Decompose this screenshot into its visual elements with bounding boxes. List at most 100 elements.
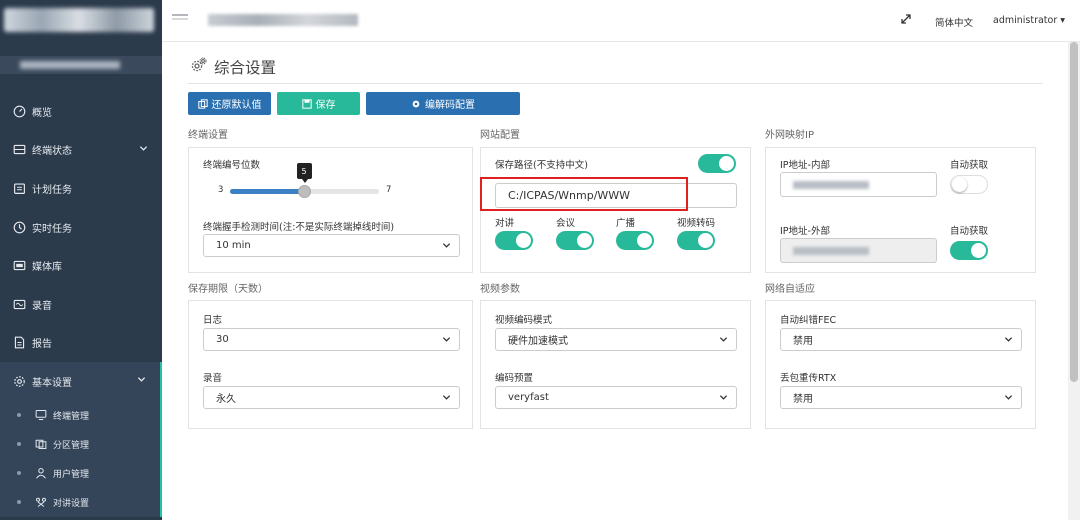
sidebar-subitem-user-management[interactable]: 用户管理 [0, 459, 160, 488]
save-path-label: 保存路径(不支持中文) [495, 160, 588, 171]
page-title-text: 综合设置 [214, 59, 277, 77]
terminal-settings-panel: 终端编号位数 3 5 7 终端握手检测时间(注:不是实际终端掉线时间) 10 m… [188, 147, 473, 273]
encode-preset-select[interactable]: veryfast [495, 386, 737, 409]
chevron-down-icon [139, 144, 148, 156]
terminal-digits-slider-handle[interactable] [297, 185, 311, 198]
cog-icon [411, 99, 421, 109]
chevron-down-icon [719, 335, 728, 347]
menu-toggle-icon[interactable] [172, 13, 188, 28]
external-ip-panel: IP地址-内部 自动获取 IP地址-外部 自动获取 [765, 147, 1036, 273]
chevron-down-icon [137, 375, 146, 387]
heartbeat-value: 10 min [216, 240, 251, 251]
chevron-down-icon [719, 393, 728, 405]
slider-max-label: 7 [386, 185, 392, 195]
language-selector[interactable]: 简体中文 [935, 15, 973, 29]
reset-defaults-button[interactable]: 还原默认值 [188, 92, 271, 115]
gear-icon [12, 374, 26, 388]
section-title-website: 网站配置 [480, 130, 520, 141]
external-auto-toggle[interactable] [950, 241, 988, 260]
caret-down-icon: ▾ [1060, 15, 1066, 26]
rtx-label: 丢包重传RTX [780, 373, 837, 384]
sidebar-item-report[interactable]: 报告 [0, 324, 162, 363]
internal-ip-label: IP地址-内部 [780, 160, 830, 171]
report-icon [12, 336, 26, 350]
terminal-icon [12, 143, 26, 157]
fec-value: 禁用 [793, 336, 813, 347]
internal-auto-label: 自动获取 [950, 160, 989, 171]
encode-preset-value: veryfast [508, 392, 549, 403]
sidebar-nav: 概览 终端状态 计划任务 实时任务 媒体库 录音 报告 基本设置 终端管理 分区… [0, 92, 162, 517]
partition-icon [34, 437, 48, 451]
calendar-icon [12, 181, 26, 195]
internal-auto-toggle[interactable] [950, 175, 988, 194]
sidebar-item-media-library[interactable]: 媒体库 [0, 246, 162, 285]
heartbeat-select[interactable]: 10 min [203, 234, 460, 257]
save-label: 保存 [315, 100, 336, 111]
sidebar-item-label: 基本设置 [32, 377, 72, 389]
fullscreen-icon[interactable] [900, 13, 912, 28]
section-title-video: 视频参数 [480, 284, 520, 295]
chevron-down-icon [442, 393, 451, 405]
video-transcode-toggle[interactable] [677, 231, 715, 250]
page-scrollbar[interactable] [1068, 42, 1080, 520]
log-retention-label: 日志 [203, 315, 223, 326]
external-ip-input[interactable] [780, 238, 937, 263]
broadcast-toggle[interactable] [616, 231, 654, 250]
sidebar-item-recording[interactable]: 录音 [0, 285, 162, 324]
sidebar-subitem-terminal-management[interactable]: 终端管理 [0, 401, 160, 430]
fec-select[interactable]: 禁用 [780, 328, 1022, 351]
slider-value-tooltip: 5 [296, 163, 312, 183]
sidebar-item-label: 录音 [32, 300, 52, 312]
chevron-down-icon [442, 335, 451, 347]
user-name: administrator [993, 15, 1058, 26]
feature-label-intercom: 对讲 [495, 218, 515, 229]
sidebar: 概览 终端状态 计划任务 实时任务 媒体库 录音 报告 基本设置 终端管理 分区… [0, 0, 162, 520]
recording-icon [12, 297, 26, 311]
save-button[interactable]: 保存 [277, 92, 360, 115]
heartbeat-label: 终端握手检测时间(注:不是实际终端掉线时间) [203, 222, 395, 233]
codec-config-button[interactable]: 编解码配置 [366, 92, 520, 115]
encode-preset-label: 编码预置 [495, 373, 534, 384]
codec-config-label: 编解码配置 [425, 100, 475, 111]
external-ip-label: IP地址-外部 [780, 226, 830, 237]
terminal-digits-slider-fill [230, 189, 305, 194]
system-title [208, 14, 358, 26]
recording-retention-label: 录音 [203, 373, 223, 384]
internal-ip-input[interactable] [780, 172, 937, 197]
rtx-value: 禁用 [793, 394, 813, 405]
sidebar-item-scheduled-tasks[interactable]: 计划任务 [0, 169, 162, 208]
user-menu[interactable]: administrator ▾ [993, 15, 1065, 26]
scrollbar-thumb[interactable] [1070, 42, 1078, 382]
terminal-digits-label: 终端编号位数 [203, 160, 261, 171]
app-logo [0, 0, 162, 40]
encode-mode-select[interactable]: 硬件加速模式 [495, 328, 737, 351]
save-path-toggle[interactable] [698, 154, 736, 173]
encode-mode-label: 视频编码模式 [495, 315, 553, 326]
gears-icon [190, 56, 208, 78]
sidebar-submenu: 终端管理 分区管理 用户管理 对讲设置 [0, 400, 162, 517]
meeting-toggle[interactable] [556, 231, 594, 250]
user-info [0, 56, 162, 74]
sidebar-item-terminal-status[interactable]: 终端状态 [0, 131, 162, 170]
section-title-network: 网络自适应 [765, 284, 815, 295]
feature-label-broadcast: 广播 [616, 218, 636, 229]
chevron-down-icon [1004, 335, 1013, 347]
feature-label-video-transcode: 视频转码 [677, 218, 716, 229]
save-icon [301, 98, 312, 109]
sidebar-item-label: 报告 [32, 339, 52, 351]
sidebar-subitem-partition-management[interactable]: 分区管理 [0, 430, 160, 459]
recording-retention-select[interactable]: 永久 [203, 386, 460, 409]
feature-label-meeting: 会议 [556, 218, 576, 229]
log-retention-select[interactable]: 30 [203, 328, 460, 351]
chevron-down-icon [442, 241, 451, 253]
sidebar-subitem-intercom-settings[interactable]: 对讲设置 [0, 488, 160, 517]
sidebar-item-basic-settings[interactable]: 基本设置 [0, 362, 162, 401]
intercom-icon [34, 495, 48, 509]
intercom-toggle[interactable] [495, 231, 533, 250]
rtx-select[interactable]: 禁用 [780, 386, 1022, 409]
sidebar-item-overview[interactable]: 概览 [0, 92, 162, 131]
sidebar-item-label: 实时任务 [32, 223, 72, 235]
gauge-icon [12, 104, 26, 118]
sidebar-item-realtime-tasks[interactable]: 实时任务 [0, 208, 162, 247]
sidebar-subitem-label: 用户管理 [53, 469, 90, 480]
